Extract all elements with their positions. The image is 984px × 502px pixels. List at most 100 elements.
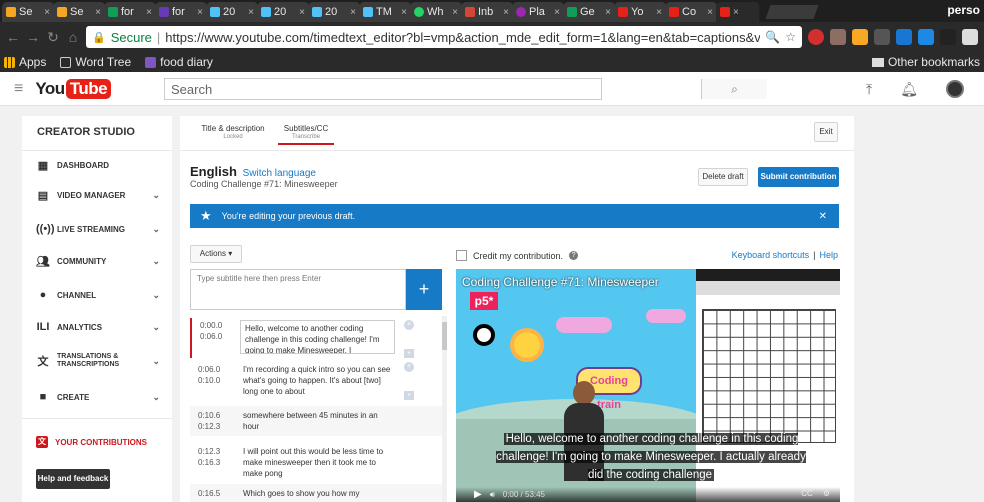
zoom-icon[interactable]: 🔍 [765, 30, 780, 44]
close-icon[interactable]: × [197, 7, 203, 18]
new-tab-button[interactable] [765, 5, 819, 19]
help-circle-icon[interactable]: ? [569, 251, 579, 260]
browser-tab[interactable]: 20 × [206, 2, 259, 22]
close-icon[interactable]: × [452, 7, 458, 18]
chevron-down-icon[interactable]: ⌄ [152, 256, 160, 267]
search-input[interactable]: Search ⌕ [164, 78, 767, 100]
volume-icon[interactable]: 🔊︎ [490, 490, 495, 500]
extension-arrow-icon[interactable] [940, 29, 956, 45]
extension-person-icon[interactable] [830, 29, 846, 45]
extension-red-icon[interactable] [808, 29, 824, 45]
browser-tab[interactable]: Co × [665, 2, 718, 22]
subtitle-times[interactable]: 0:06.0 0:10.0 [190, 364, 238, 400]
subtitle-row[interactable]: 0:00.0 0:06.0 Hello, welcome to another … [190, 318, 442, 358]
close-icon[interactable]: × [146, 7, 152, 18]
browser-tab[interactable]: Pla × [512, 2, 565, 22]
youtube-logo[interactable]: You Tube [35, 78, 112, 99]
extension-w-icon[interactable] [962, 29, 978, 45]
upload-icon[interactable]: ⤒ [866, 81, 872, 98]
sidebar-item-video-manager[interactable]: ▤ VIDEO MANAGER ⌄ [22, 184, 172, 206]
bookmark-apps[interactable]: Apps [4, 55, 46, 69]
subtitle-text[interactable]: Which goes to show you how my [238, 488, 393, 502]
sidebar-item-community[interactable]: 👥︎ COMMUNITY ⌄ [22, 250, 172, 272]
extension-grey-icon[interactable] [874, 29, 890, 45]
subtitle-times[interactable]: 0:10.6 0:12.3 [190, 410, 238, 436]
add-subtitle-button[interactable]: + [406, 269, 442, 310]
chevron-down-icon[interactable]: ⌄ [152, 322, 160, 333]
browser-tab[interactable]: for × [104, 2, 157, 22]
close-icon[interactable]: × [733, 7, 739, 18]
chevron-down-icon[interactable]: ⌄ [152, 392, 160, 403]
tab-subtitles-cc[interactable]: Subtitles/CC Transcribe [278, 124, 334, 145]
sidebar-item-dashboard[interactable]: ▦ DASHBOARD [22, 154, 172, 176]
scrollbar-thumb[interactable] [442, 322, 447, 350]
close-icon[interactable]: × [95, 7, 101, 18]
browser-tab-active[interactable]: × [716, 2, 760, 22]
close-icon[interactable]: × [656, 7, 662, 18]
browser-tab[interactable]: Ge × [563, 2, 616, 22]
browser-tab[interactable]: Yo × [614, 2, 667, 22]
profile-label[interactable]: perso [947, 3, 980, 17]
insert-icon[interactable]: + [404, 349, 414, 358]
subtitle-row[interactable]: 0:10.6 0:12.3 somewhere between 45 minut… [190, 406, 442, 436]
home-icon[interactable]: ⌂ [66, 29, 80, 45]
subtitle-times[interactable]: 0:16.5 [190, 488, 238, 502]
sidebar-item-analytics[interactable]: ılı ANALYTICS ⌄ [22, 316, 172, 338]
close-icon[interactable]: × [350, 7, 356, 18]
reload-icon[interactable]: ↻ [46, 29, 60, 46]
subtitle-row[interactable]: 0:06.0 0:10.0 I'm recording a quick intr… [190, 360, 442, 400]
extension-s-icon[interactable] [918, 29, 934, 45]
play-icon[interactable]: ▶ [474, 489, 482, 500]
delete-icon[interactable]: × [404, 362, 414, 372]
browser-tab[interactable]: Se × [53, 2, 106, 22]
avatar[interactable] [946, 80, 964, 98]
insert-icon[interactable]: + [404, 391, 414, 400]
subtitle-text[interactable]: I'm recording a quick intro so you can s… [238, 364, 393, 400]
notifications-bell-icon[interactable]: 🔔︎ [900, 81, 918, 98]
subtitle-input[interactable]: Type subtitle here then press Enter [190, 269, 406, 310]
sidebar-item-create[interactable]: ■ CREATE ⌄ [22, 386, 172, 408]
close-icon[interactable]: × [248, 7, 254, 18]
subtitle-row[interactable]: 0:16.5 Which goes to show you how my [190, 484, 442, 502]
browser-tab[interactable]: Wh × [410, 2, 463, 22]
url-field[interactable]: 🔒 Secure | https://www.youtube.com/timed… [86, 26, 802, 48]
close-icon[interactable]: × [503, 7, 509, 18]
settings-gear-icon[interactable]: ⚙ [823, 489, 830, 498]
subtitle-times[interactable]: 0:00.0 0:06.0 [192, 320, 240, 358]
search-button[interactable]: ⌕ [701, 79, 767, 99]
browser-tab[interactable]: Se × [2, 2, 55, 22]
subtitle-list-scrollbar[interactable] [442, 316, 447, 502]
chevron-down-icon[interactable]: ⌄ [152, 190, 160, 201]
subtitle-text[interactable]: I will point out this would be less time… [238, 446, 393, 480]
help-link[interactable]: Help [819, 250, 838, 260]
actions-dropdown[interactable]: Actions ▾ [190, 245, 242, 263]
close-icon[interactable]: × [554, 7, 560, 18]
sidebar-item-translations[interactable]: 文 TRANSLATIONS & TRANSCRIPTIONS ⌄ [22, 348, 172, 374]
bookmark-food-diary[interactable]: food diary [145, 55, 213, 69]
star-icon[interactable]: ☆ [785, 30, 796, 44]
video-player[interactable]: p5* Coding train Coding Challenge #71: M… [456, 269, 840, 502]
browser-tab[interactable]: Inb × [461, 2, 514, 22]
browser-tab[interactable]: 20 × [257, 2, 310, 22]
close-icon[interactable]: × [401, 7, 407, 18]
sidebar-item-your-contributions[interactable]: 文 YOUR CONTRIBUTIONS [22, 432, 172, 452]
exit-button[interactable]: Exit [814, 122, 838, 142]
submit-contribution-button[interactable]: Submit contribution [758, 167, 839, 187]
subtitle-text[interactable]: Hello, welcome to another coding challen… [240, 320, 395, 354]
extension-yellow-icon[interactable] [852, 29, 868, 45]
close-icon[interactable]: × [605, 7, 611, 18]
subtitle-row[interactable]: 0:12.3 0:16.3 I will point out this woul… [190, 440, 442, 480]
close-icon[interactable]: ✕ [819, 211, 827, 222]
subtitle-times[interactable]: 0:12.3 0:16.3 [190, 446, 238, 480]
chevron-down-icon[interactable]: ⌄ [152, 356, 160, 367]
keyboard-shortcuts-link[interactable]: Keyboard shortcuts [732, 250, 810, 260]
help-feedback-button[interactable]: Help and feedback [36, 469, 110, 489]
back-icon[interactable]: ← [6, 29, 20, 45]
browser-tab[interactable]: 20 × [308, 2, 361, 22]
browser-tab[interactable]: TM × [359, 2, 412, 22]
chevron-down-icon[interactable]: ⌄ [152, 290, 160, 301]
close-icon[interactable]: × [299, 7, 305, 18]
other-bookmarks[interactable]: Other bookmarks [871, 55, 980, 69]
sidebar-item-live-streaming[interactable]: ((•)) LIVE STREAMING ⌄ [22, 218, 172, 240]
forward-icon[interactable]: → [26, 29, 40, 45]
